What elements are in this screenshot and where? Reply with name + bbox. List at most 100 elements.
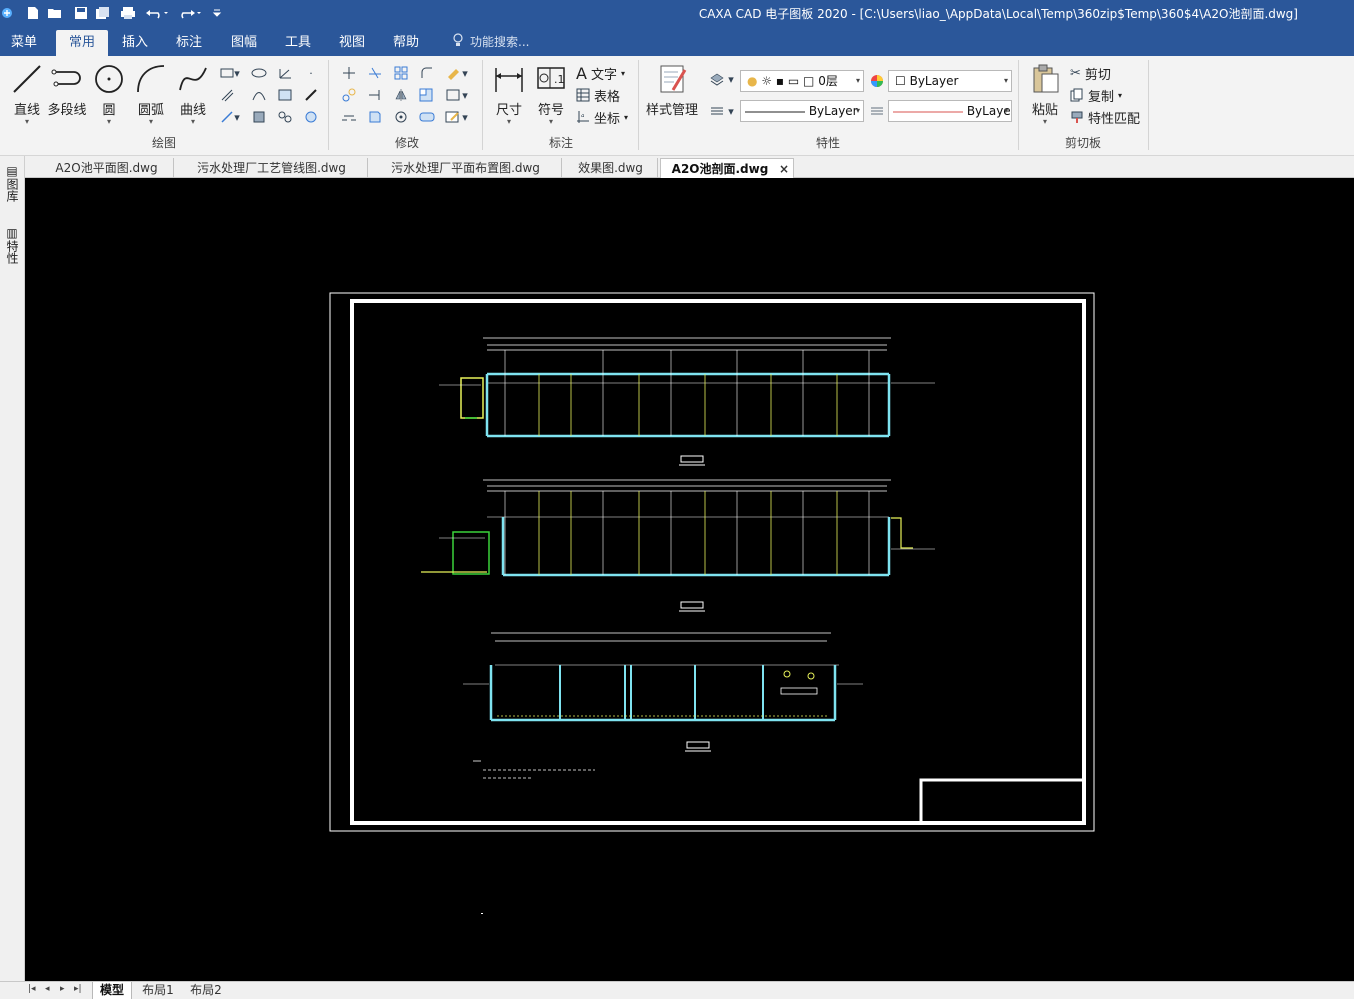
style-manager-button[interactable]: 样式管理 [644, 62, 700, 128]
layout-tab-1[interactable]: 布局1 [138, 982, 178, 999]
symbol-button[interactable]: .1 符号 ▾ [528, 62, 574, 128]
linetype-select[interactable]: ByLayer ▾ [740, 100, 864, 122]
hatch-line-icon[interactable] [216, 86, 238, 104]
layer-states-icon[interactable] [706, 70, 728, 88]
paste-button[interactable]: 粘贴 ▾ [1024, 62, 1066, 128]
menu-annotate[interactable]: 标注 [168, 30, 210, 56]
coordinate-label: 坐标 [594, 111, 621, 127]
menu-help[interactable]: 帮助 [384, 30, 428, 56]
break-icon[interactable] [338, 108, 360, 126]
polyline-button[interactable]: 多段线 [44, 62, 90, 128]
chamfer-icon[interactable] [416, 108, 438, 126]
tab-a2o-plan[interactable]: A2O池平面图.dwg [40, 158, 174, 178]
coordinate-button[interactable]: 坐标 ▾ [576, 107, 628, 127]
mirror-icon[interactable] [390, 86, 412, 104]
region-icon[interactable] [300, 108, 322, 126]
hatch-icon[interactable] [274, 86, 296, 104]
lineweight-select[interactable]: ByLayer ▾ [888, 100, 1012, 122]
circle-button[interactable]: 圆 ▾ [86, 62, 132, 128]
erase-dropdown-icon[interactable]: ▾ [460, 64, 470, 82]
tab-layout-plan[interactable]: 污水处理厂平面布置图.dwg [370, 158, 562, 178]
feature-search[interactable]: 功能搜索... [452, 30, 529, 54]
extend-icon[interactable] [364, 86, 386, 104]
library-panel-tab[interactable]: ▤图库 [3, 164, 21, 202]
layout-tab-2[interactable]: 布局2 [186, 982, 226, 999]
layout-tab-model[interactable]: 模型 [92, 982, 132, 999]
customize-toolbar-icon[interactable] [210, 3, 224, 23]
app-logo-icon[interactable] [0, 3, 14, 23]
open-folder-icon[interactable] [46, 3, 64, 23]
group-separator [328, 60, 329, 150]
table-button[interactable]: 表格 [576, 85, 620, 105]
move-icon[interactable] [338, 64, 360, 82]
properties-panel-tab[interactable]: ▥特性 [3, 226, 21, 264]
menu-view[interactable]: 视图 [330, 30, 374, 56]
explode-icon[interactable] [364, 108, 386, 126]
menu-sheet[interactable]: 图幅 [222, 30, 266, 56]
text-button[interactable]: A 文字 ▾ [576, 63, 625, 83]
fillet-icon[interactable] [416, 64, 438, 82]
layer-states-dropdown-icon[interactable]: ▾ [726, 70, 736, 88]
undo-icon[interactable] [144, 3, 170, 23]
drawing-canvas[interactable] [25, 178, 1354, 981]
style-manager-icon [660, 65, 687, 93]
linetype-value-dropdown-icon: ▾ [855, 106, 860, 115]
color-wheel-icon[interactable] [866, 72, 888, 90]
ellipse-icon[interactable] [248, 64, 270, 82]
last-layout-icon[interactable]: ▸| [74, 984, 82, 994]
trim-icon[interactable] [364, 64, 386, 82]
match-properties-button[interactable]: 特性匹配 [1070, 107, 1140, 127]
save-icon[interactable] [72, 3, 90, 23]
menu-common[interactable]: 常用 [56, 30, 108, 56]
offset-icon[interactable] [274, 108, 296, 126]
spline-icon[interactable] [248, 86, 270, 104]
curve-button[interactable]: 曲线 ▾ [170, 62, 216, 128]
color-dropdown-icon: ▾ [1003, 76, 1008, 85]
scale-icon[interactable] [416, 86, 438, 104]
lineweight-sample-icon [893, 111, 963, 112]
block-icon[interactable] [248, 108, 270, 126]
cut-label: 剪切 [1084, 67, 1111, 83]
menu-tools[interactable]: 工具 [276, 30, 320, 56]
stretch-dropdown-icon[interactable]: ▾ [460, 86, 470, 104]
paste-dropdown-icon: ▾ [1042, 117, 1047, 126]
save-all-icon[interactable] [94, 3, 112, 23]
point-icon[interactable]: · [300, 64, 322, 82]
svg-text:.1: .1 [554, 73, 565, 86]
first-layout-icon[interactable]: |◂ [28, 984, 36, 994]
lineweight-icon[interactable] [866, 102, 888, 120]
copy-move-icon[interactable] [338, 86, 360, 104]
tab-pipeline[interactable]: 污水处理厂工艺管线图.dwg [176, 158, 368, 178]
linetype-dropdown-icon[interactable]: ▾ [726, 102, 736, 120]
tab-rendering[interactable]: 效果图.dwg [564, 158, 658, 178]
layer-select[interactable]: ● ☼ ▪ ▭ □ 0层 ▾ [740, 70, 864, 92]
rotate-icon[interactable] [390, 108, 412, 126]
tab-a2o-section[interactable]: A2O池剖面.dwg × [660, 158, 794, 178]
prev-layout-icon[interactable]: ◂ [45, 984, 50, 994]
print-icon[interactable] [119, 3, 137, 23]
feature-search-placeholder: 功能搜索... [470, 35, 530, 49]
angle-line-icon[interactable] [274, 64, 296, 82]
copy-button[interactable]: 复制 ▾ [1070, 85, 1122, 105]
array-icon[interactable] [390, 64, 412, 82]
next-layout-icon[interactable]: ▸ [60, 984, 65, 994]
dimension-button[interactable]: 尺寸 ▾ [486, 62, 532, 128]
polygon-icon[interactable] [300, 86, 322, 104]
cut-button[interactable]: ✂ 剪切 [1070, 63, 1111, 83]
close-icon[interactable]: × [779, 159, 789, 179]
arc-button[interactable]: 圆弧 ▾ [128, 62, 174, 128]
new-file-icon[interactable] [24, 3, 42, 23]
symbol-dropdown-icon: ▾ [548, 117, 553, 126]
menu-insert[interactable]: 插入 [114, 30, 156, 56]
color-swatch-icon: ☐ [895, 74, 906, 88]
redo-icon[interactable] [177, 3, 203, 23]
rectangle-dropdown-icon[interactable]: ▾ [232, 64, 242, 82]
circle-label: 圆 [102, 103, 116, 118]
group-separator [1018, 60, 1019, 150]
linetype-icon[interactable] [706, 102, 728, 120]
properties-edit-dropdown-icon[interactable]: ▾ [460, 108, 470, 126]
menu-main[interactable]: 菜单 [4, 30, 44, 56]
parallel-dropdown-icon[interactable]: ▾ [232, 108, 242, 126]
color-select[interactable]: ☐ ByLayer ▾ [888, 70, 1012, 92]
tab-a2o-section-label: A2O池剖面.dwg [671, 162, 769, 176]
